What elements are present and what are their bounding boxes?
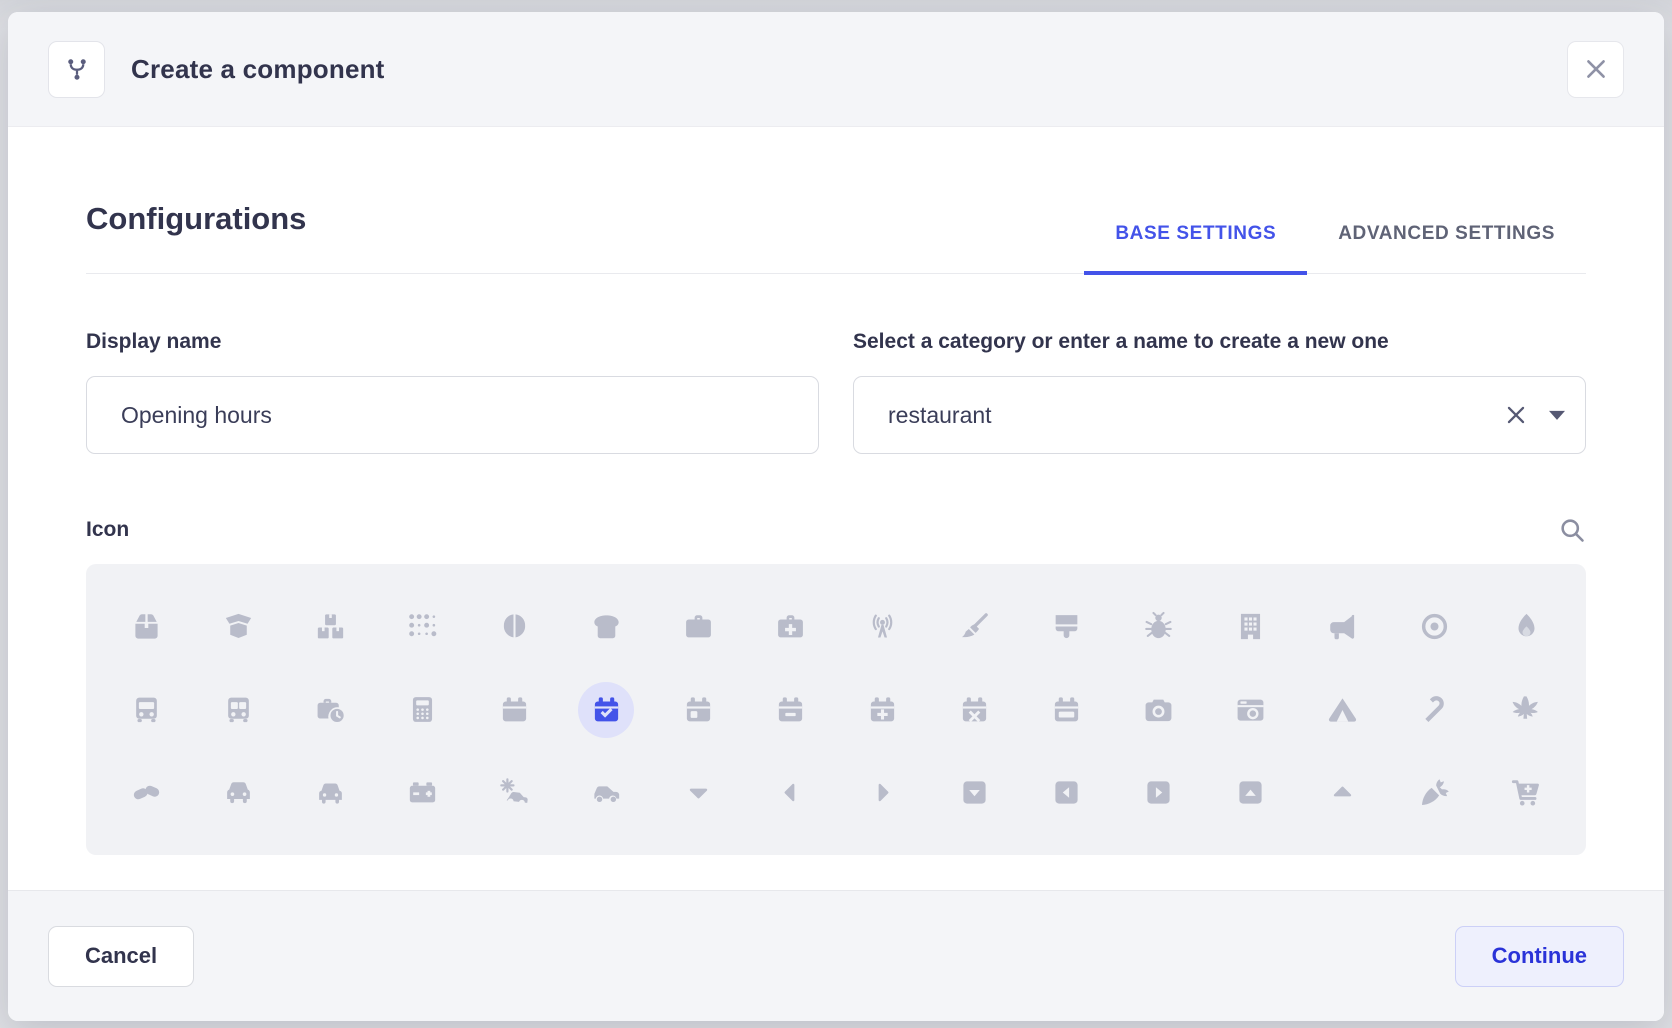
modal-footer: Cancel Continue	[8, 890, 1664, 1021]
display-name-field-group: Display name	[86, 330, 819, 454]
settings-tabs: BASE SETTINGS ADVANCED SETTINGS	[1084, 223, 1586, 273]
tab-advanced-settings[interactable]: ADVANCED SETTINGS	[1307, 223, 1586, 275]
display-name-label: Display name	[86, 330, 819, 354]
campground-icon[interactable]	[1296, 668, 1388, 751]
x-icon	[1583, 56, 1609, 82]
calendar-check-icon[interactable]	[560, 668, 652, 751]
box-icon[interactable]	[100, 585, 192, 668]
cancel-button[interactable]: Cancel	[48, 926, 194, 987]
calendar-icon[interactable]	[468, 668, 560, 751]
bug-icon[interactable]	[1112, 585, 1204, 668]
caret-up-icon[interactable]	[1296, 751, 1388, 834]
bus-icon[interactable]	[100, 668, 192, 751]
car-battery-icon[interactable]	[376, 751, 468, 834]
brush-icon[interactable]	[1020, 585, 1112, 668]
continue-button[interactable]: Continue	[1455, 926, 1624, 987]
icon-label: Icon	[86, 518, 129, 542]
configurations-header-row: Configurations BASE SETTINGS ADVANCED SE…	[86, 201, 1586, 274]
calendar-times-icon[interactable]	[928, 668, 1020, 751]
category-field-group: Select a category or enter a name to cre…	[853, 330, 1586, 454]
bullhorn-icon[interactable]	[1296, 585, 1388, 668]
category-input[interactable]	[854, 377, 1585, 453]
camera-retro-icon[interactable]	[1204, 668, 1296, 751]
caret-square-up-icon[interactable]	[1204, 751, 1296, 834]
display-name-input[interactable]	[87, 377, 818, 453]
calendar-plus-icon[interactable]	[836, 668, 928, 751]
broadcast-tower-icon[interactable]	[836, 585, 928, 668]
calendar-minus-icon[interactable]	[744, 668, 836, 751]
building-icon[interactable]	[1204, 585, 1296, 668]
magnifier-icon[interactable]	[1558, 516, 1586, 544]
calendar-week-icon[interactable]	[1020, 668, 1112, 751]
car-crash-icon[interactable]	[468, 751, 560, 834]
business-time-icon[interactable]	[284, 668, 376, 751]
icon-grid	[86, 564, 1586, 855]
briefcase-icon[interactable]	[652, 585, 744, 668]
caret-left-icon[interactable]	[744, 751, 836, 834]
form-row: Display name Select a category or enter …	[86, 330, 1586, 454]
modal-header: Create a component	[8, 12, 1664, 127]
icon-picker-header: Icon	[86, 516, 1586, 544]
box-open-icon[interactable]	[192, 585, 284, 668]
carrot-icon[interactable]	[1388, 751, 1480, 834]
bus-alt-icon[interactable]	[192, 668, 284, 751]
modal-title: Create a component	[131, 54, 385, 85]
cannabis-icon[interactable]	[1480, 668, 1572, 751]
car-alt-icon[interactable]	[284, 751, 376, 834]
candy-cane-icon[interactable]	[1388, 668, 1480, 751]
caret-square-right-icon[interactable]	[1112, 751, 1204, 834]
caret-down-icon[interactable]	[652, 751, 744, 834]
braille-icon[interactable]	[376, 585, 468, 668]
brain-icon[interactable]	[468, 585, 560, 668]
car-side-icon[interactable]	[560, 751, 652, 834]
calendar-day-icon[interactable]	[652, 668, 744, 751]
category-select-wrap	[853, 376, 1586, 454]
broom-icon[interactable]	[928, 585, 1020, 668]
caret-square-down-icon[interactable]	[928, 751, 1020, 834]
close-button[interactable]	[1567, 41, 1624, 98]
section-title: Configurations	[86, 201, 306, 273]
clear-category-icon[interactable]	[1503, 402, 1529, 428]
modal-body: Configurations BASE SETTINGS ADVANCED SE…	[8, 127, 1664, 890]
caret-right-icon[interactable]	[836, 751, 928, 834]
create-component-modal: Create a component Configurations BASE S…	[8, 12, 1664, 1021]
car-icon[interactable]	[192, 751, 284, 834]
caret-square-left-icon[interactable]	[1020, 751, 1112, 834]
display-name-input-wrap	[86, 376, 819, 454]
bread-slice-icon[interactable]	[560, 585, 652, 668]
burn-icon[interactable]	[1480, 585, 1572, 668]
camera-icon[interactable]	[1112, 668, 1204, 751]
briefcase-medical-icon[interactable]	[744, 585, 836, 668]
category-label: Select a category or enter a name to cre…	[853, 330, 1586, 354]
component-branch-icon	[48, 41, 105, 98]
capsules-icon[interactable]	[100, 751, 192, 834]
bullseye-icon[interactable]	[1388, 585, 1480, 668]
boxes-icon[interactable]	[284, 585, 376, 668]
caret-down-icon[interactable]	[1549, 411, 1565, 420]
cart-plus-icon[interactable]	[1480, 751, 1572, 834]
tab-base-settings[interactable]: BASE SETTINGS	[1084, 223, 1307, 275]
calculator-icon[interactable]	[376, 668, 468, 751]
